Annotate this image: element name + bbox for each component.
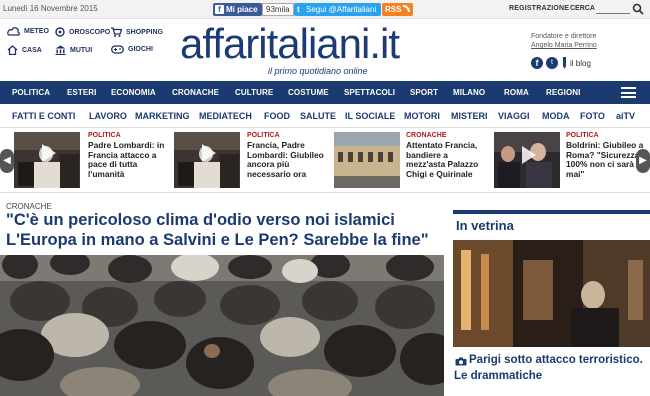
carousel-headline-link[interactable]: Attentato Francia, bandiere a mezz'asta … [406,140,484,179]
nav-food[interactable]: FOOD [264,111,290,121]
nav-foto[interactable]: FOTO [580,111,605,121]
search-icon[interactable] [632,3,644,15]
nav-roma[interactable]: ROMA [504,88,529,97]
bank-icon [55,45,66,55]
vetrina-divider [453,210,650,214]
vetrina-image[interactable] [453,240,650,347]
gamepad-icon [111,45,124,54]
carousel-category: POLITICA [247,132,280,139]
site-tagline: il primo quotidiano online [268,66,368,76]
rss-icon [403,5,411,12]
nav-esteri[interactable]: ESTERI [67,88,97,97]
weather-icon [7,27,20,36]
carousel-image[interactable] [334,132,400,188]
register-link[interactable]: REGISTRAZIONE [509,5,569,12]
hamburger-menu-icon[interactable] [621,87,636,98]
nav-viaggi[interactable]: VIAGGI [498,111,530,121]
main-headline-link[interactable]: "C'è un pericoloso clima d'odio verso no… [6,210,446,250]
site-header: METEO OROSCOPO SHOPPING CASA MUTUI GIOCH… [0,19,650,81]
carousel-image[interactable] [494,132,560,188]
service-link-mutui[interactable]: MUTUI [55,45,92,55]
blog-link[interactable]: il blog [570,59,591,68]
primary-nav: POLITICA ESTERI ECONOMIA CRONACHE CULTUR… [0,81,650,104]
facebook-icon[interactable]: f [531,57,543,69]
nav-marketing[interactable]: MARKETING [135,111,190,121]
nav-economia[interactable]: ECONOMIA [111,88,156,97]
nav-cronache[interactable]: CRONACHE [172,88,219,97]
carousel-headline-link[interactable]: Padre Lombardi: in Francia attacco a pac… [88,140,166,179]
nav-politica[interactable]: POLITICA [12,88,50,97]
carousel-image[interactable] [174,132,240,188]
nav-spettacoli[interactable]: SPETTACOLI [344,88,395,97]
nav-sport[interactable]: SPORT [410,88,438,97]
facebook-like-button[interactable]: f Mi piace [213,3,262,16]
service-link-shopping[interactable]: SHOPPING [111,27,163,37]
house-icon [7,45,18,55]
nav-salute[interactable]: SALUTE [300,111,336,121]
service-link-giochi[interactable]: GIOCHI [111,45,153,54]
service-link-meteo[interactable]: METEO [7,27,49,36]
current-date: Lunedì 16 Novembre 2015 [3,4,98,13]
carousel-prev-button[interactable]: ◀ [0,149,14,173]
chevron-right-icon: ▶ [639,155,647,166]
page: Lunedì 16 Novembre 2015 f Mi piace 93mila… [0,0,650,396]
nav-regioni[interactable]: REGIONI [546,88,580,97]
chevron-left-icon: ◀ [3,155,11,166]
nav-moda[interactable]: MODA [542,111,570,121]
carousel-headline-link[interactable]: Francia, Padre Lombardi: Giubileo ancora… [247,140,325,179]
founder-name-link[interactable]: Angelo Maria Perrino [531,42,597,49]
carousel-headline-link[interactable]: Boldrini: Giubileo a Roma? "Sicurezza 10… [566,140,644,179]
nav-misteri[interactable]: MISTERI [451,111,488,121]
pen-icon [563,57,566,69]
service-link-casa[interactable]: CASA [7,45,42,55]
twitter-follow-label: Segui @Affaritaliani [306,5,377,14]
carousel-next-button[interactable]: ▶ [636,149,650,173]
nav-mediatech[interactable]: MEDIATECH [199,111,252,121]
founder-label: Fondatore e direttore [531,33,597,40]
nav-aitv[interactable]: aiTV [616,111,635,121]
facebook-like-label: Mi piace [226,5,258,14]
nav-culture[interactable]: CULTURE [235,88,273,97]
nav-fatti-e-conti[interactable]: FATTI E CONTI [12,111,75,121]
rss-button[interactable]: RSS [382,3,414,16]
twitter-icon[interactable]: t [546,57,558,69]
rss-label: RSS [385,5,402,14]
nav-costume[interactable]: COSTUME [288,88,329,97]
horoscope-icon [55,27,65,37]
twitter-icon: t [297,5,300,14]
carousel-category: CRONACHE [406,132,447,139]
cart-icon [111,27,122,37]
carousel-category: POLITICA [88,132,121,139]
vetrina-title: In vetrina [456,218,514,233]
carousel-category: POLITICA [566,132,599,139]
twitter-follow-button[interactable]: t Segui @Affaritaliani [294,3,382,16]
service-link-oroscopo[interactable]: OROSCOPO [55,27,110,37]
carousel-image[interactable] [14,132,80,188]
vetrina-headline-link[interactable]: Parigi sotto attacco terroristico. Le dr… [454,352,650,384]
top-bar: Lunedì 16 Novembre 2015 f Mi piace 93mila… [0,0,650,19]
site-logo[interactable]: affaritaliani.it [180,20,400,68]
nav-il-sociale[interactable]: IL SOCIALE [345,111,395,121]
search-label: CERCA [570,5,595,12]
main-article-image[interactable] [0,255,444,396]
facebook-like-count: 93mila [262,3,294,16]
search-input[interactable] [596,13,630,14]
news-carousel: ◀ POLITICA Padre Lombardi: in Francia at… [0,129,650,193]
nav-milano[interactable]: MILANO [453,88,485,97]
nav-lavoro[interactable]: LAVORO [89,111,127,121]
secondary-nav: FATTI E CONTI LAVORO MARKETING MEDIATECH… [0,104,650,128]
facebook-icon: f [215,5,224,14]
nav-motori[interactable]: MOTORI [404,111,440,121]
